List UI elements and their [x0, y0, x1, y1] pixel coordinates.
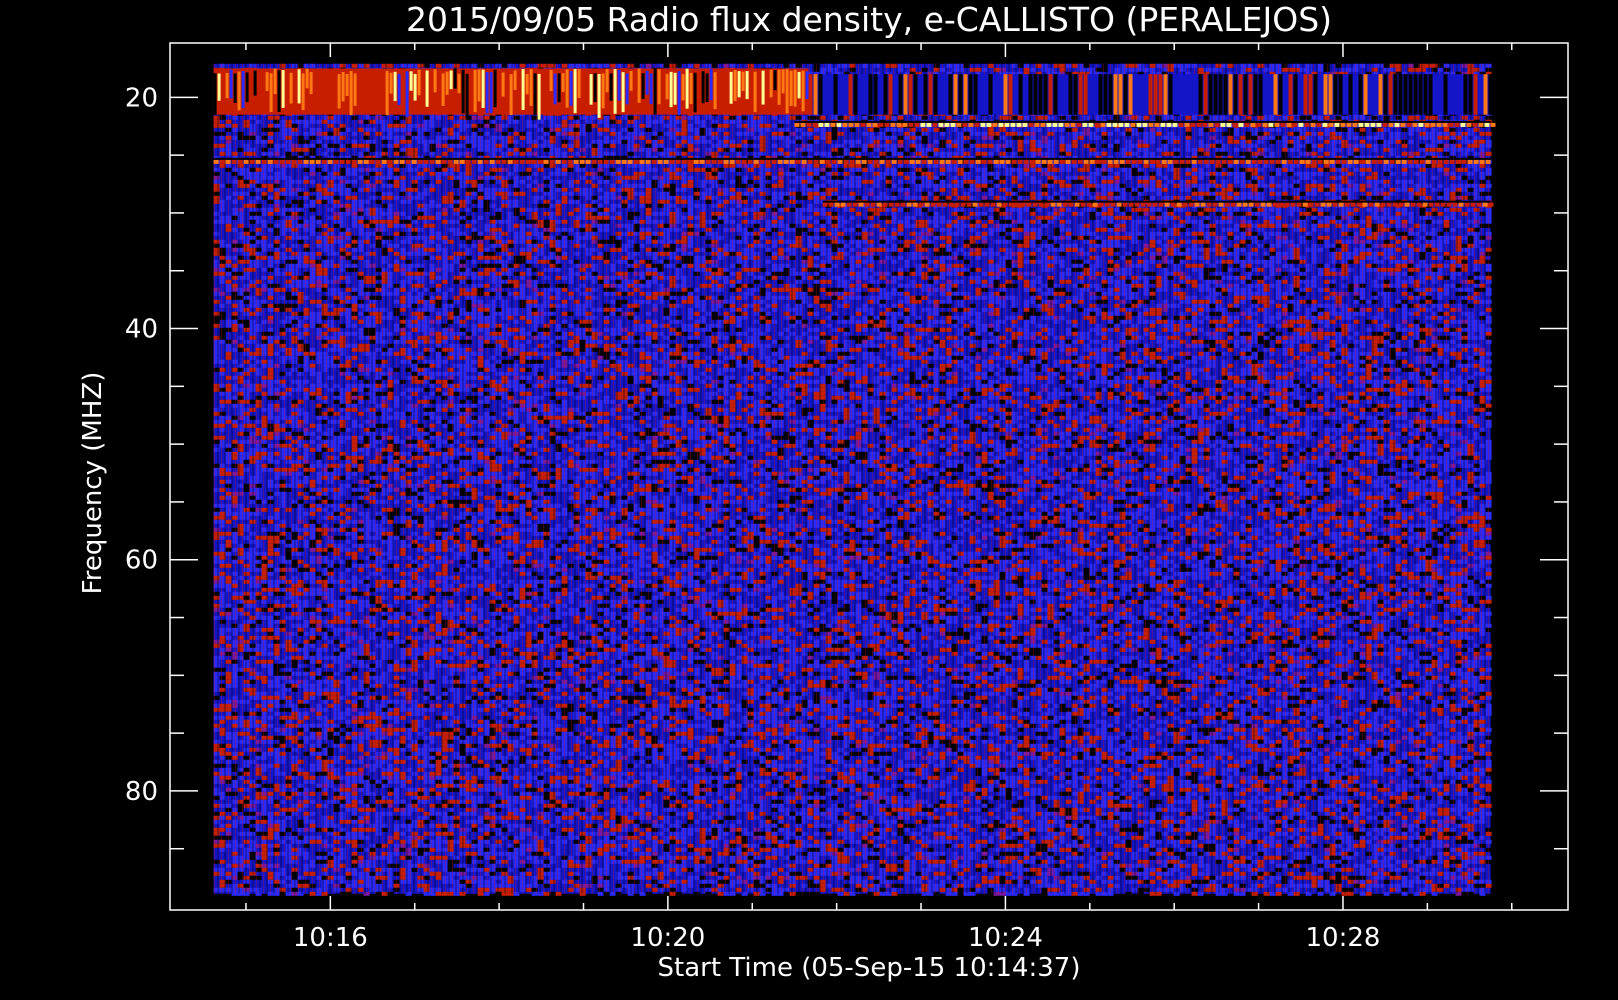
y-tick-label: 20	[125, 83, 158, 113]
chart-title: 2015/09/05 Radio flux density, e-CALLIST…	[406, 0, 1332, 39]
x-tick-label: 10:16	[293, 923, 368, 953]
x-tick-label: 10:28	[1306, 923, 1381, 953]
emission-band-2	[808, 74, 1493, 115]
y-tick-label: 40	[125, 315, 158, 345]
emission-band-1	[213, 68, 809, 120]
spectrogram-chart: 10:16 10:20 10:24 10:28 20 40 60 80 2015/09/05 …	[78, 0, 1569, 983]
y-axis-label: Frequency (MHZ)	[78, 372, 108, 595]
x-tick-label: 10:20	[630, 923, 705, 953]
x-tick-label: 10:24	[968, 923, 1043, 953]
y-tick-label: 80	[125, 777, 158, 807]
y-tick-label: 60	[125, 546, 158, 576]
x-axis-label: Start Time (05-Sep-15 10:14:37)	[658, 953, 1081, 983]
emission-band-3	[794, 120, 1496, 127]
spectrogram-stripes	[213, 63, 1491, 894]
spectrogram-image	[213, 63, 1496, 896]
